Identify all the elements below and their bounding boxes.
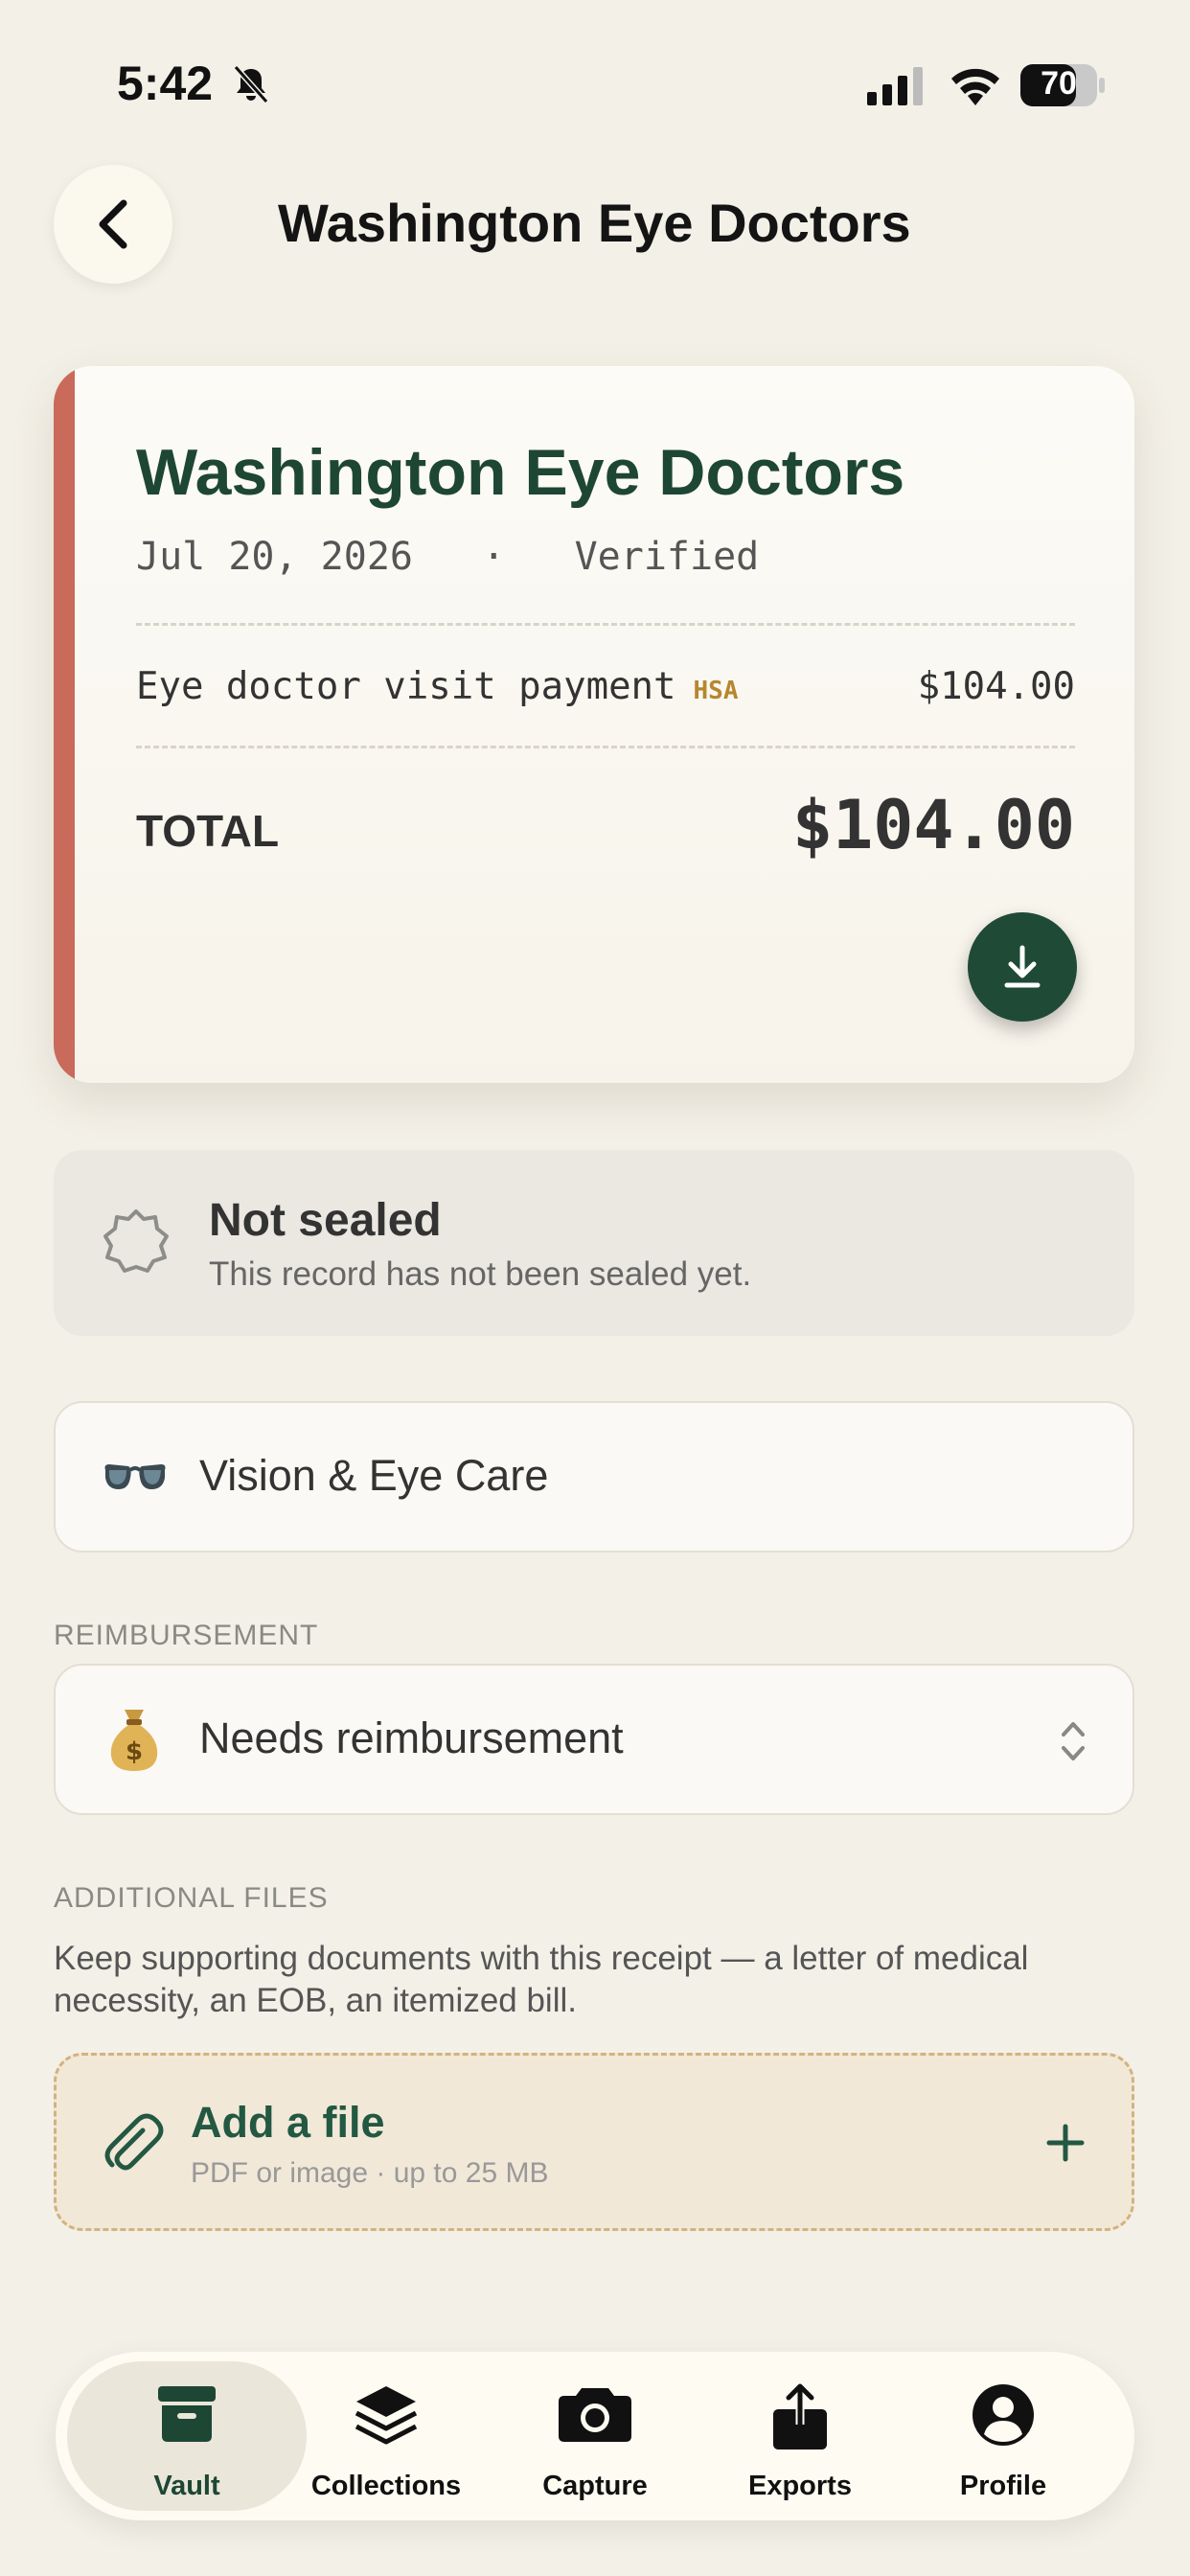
chevron-up-down-icon xyxy=(1062,1722,1085,1760)
archive-box-icon xyxy=(158,2386,216,2442)
wifi-icon xyxy=(951,68,999,105)
layers-icon xyxy=(355,2386,418,2445)
seal-subtitle: This record has not been sealed yet. xyxy=(209,1255,752,1293)
chevron-left-icon xyxy=(99,199,127,249)
plus-icon xyxy=(1046,2124,1085,2162)
tab-label: Profile xyxy=(959,2471,1047,2501)
reimbursement-value: Needs reimbursement xyxy=(199,1714,624,1762)
back-button[interactable] xyxy=(54,165,172,284)
additional-files-section-label: ADDITIONAL FILES xyxy=(54,1882,329,1914)
tab-collections[interactable]: Collections xyxy=(266,2361,506,2511)
receipt-accent-stripe xyxy=(54,366,75,1083)
bell-muted-icon xyxy=(233,65,269,104)
line-item: Eye doctor visit payment HSA xyxy=(136,665,739,708)
add-file-button[interactable]: Add a file PDF or image · up to 25 MB xyxy=(54,2053,1134,2231)
receipt-meta-separator: · xyxy=(482,535,506,579)
line-item-amount: $104.00 xyxy=(917,665,1075,708)
divider xyxy=(136,746,1075,748)
receipt-date: Jul 20, 2026 xyxy=(136,535,413,579)
seal-badge-icon xyxy=(103,1209,169,1273)
svg-text:$: $ xyxy=(126,1737,143,1766)
camera-icon xyxy=(559,2388,631,2442)
receipt-card[interactable]: Washington Eye Doctors Jul 20, 2026 · Ve… xyxy=(54,366,1134,1083)
receipt-status: Verified xyxy=(574,535,760,579)
add-file-subtitle: PDF or image · up to 25 MB xyxy=(191,2157,549,2189)
receipt-meta: Jul 20, 2026 · Verified xyxy=(136,535,759,579)
share-icon xyxy=(773,2383,827,2450)
status-time: 5:42 xyxy=(117,57,214,110)
seal-title: Not sealed xyxy=(209,1195,442,1246)
money-bag-icon: $ xyxy=(110,1710,158,1771)
tab-label: Collections xyxy=(310,2471,462,2501)
receipt-vendor: Washington Eye Doctors xyxy=(136,436,905,509)
reimbursement-select[interactable]: $ Needs reimbursement xyxy=(54,1664,1134,1815)
divider xyxy=(136,623,1075,626)
hsa-tag: HSA xyxy=(693,677,739,705)
add-file-title: Add a file xyxy=(191,2098,385,2147)
seal-status-panel: Not sealed This record has not been seal… xyxy=(54,1150,1134,1336)
glasses-icon xyxy=(104,1464,166,1489)
tab-bar: Vault Collections Capture Exports Profil… xyxy=(56,2352,1134,2520)
category-selector[interactable]: Vision & Eye Care xyxy=(54,1401,1134,1552)
line-item-description: Eye doctor visit payment xyxy=(136,665,676,708)
download-icon xyxy=(1004,945,1041,988)
tab-capture[interactable]: Capture xyxy=(475,2361,715,2511)
tab-label: Capture xyxy=(542,2471,648,2501)
page-title: Washington Eye Doctors xyxy=(278,193,911,253)
tab-profile[interactable]: Profile xyxy=(883,2361,1123,2511)
battery-level: 70 xyxy=(1041,65,1077,102)
total-label: TOTAL xyxy=(136,806,280,856)
total-value: $104.00 xyxy=(791,786,1075,864)
additional-files-description: Keep supporting documents with this rece… xyxy=(54,1940,1029,2019)
paperclip-icon xyxy=(104,2113,164,2171)
status-bar: 5:42 70 xyxy=(0,0,1190,163)
reimbursement-section-label: REIMBURSEMENT xyxy=(54,1620,319,1651)
cellular-signal-icon xyxy=(867,67,923,105)
download-button[interactable] xyxy=(968,912,1077,1022)
category-label: Vision & Eye Care xyxy=(199,1451,549,1500)
profile-icon xyxy=(973,2384,1034,2446)
